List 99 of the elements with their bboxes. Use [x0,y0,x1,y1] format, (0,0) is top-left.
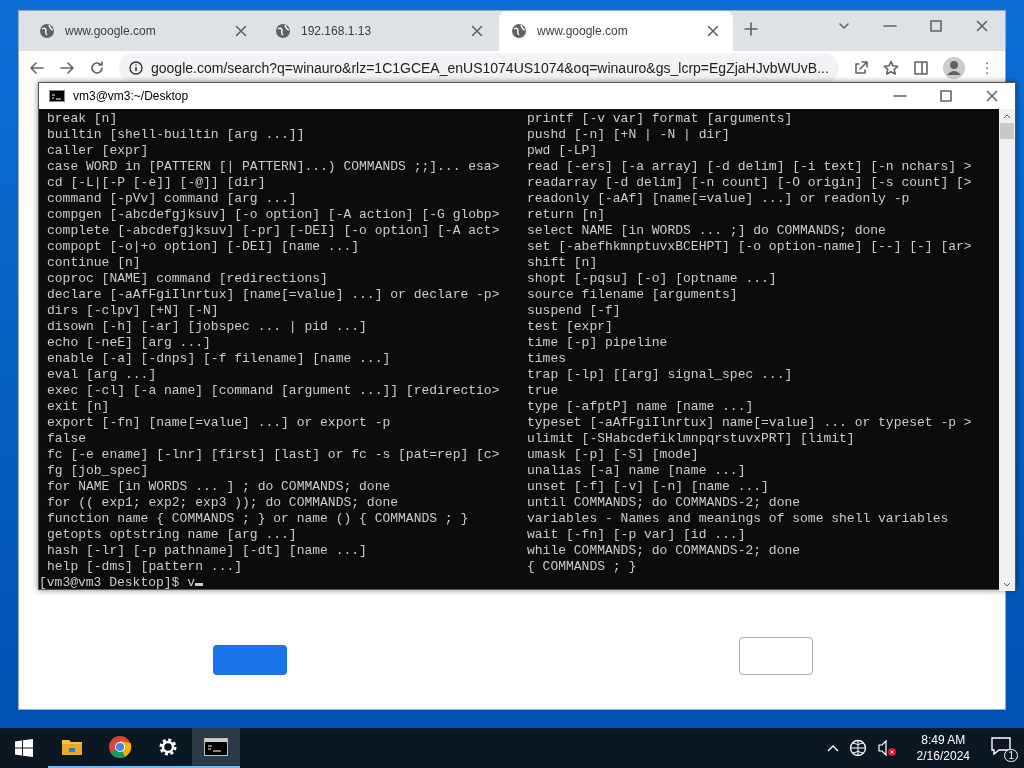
terminal-line: export [-fn] [name[=value] ...] or export -p [47,415,392,431]
terminal-line: set [-abefhkmnptuvxBCEHPT] [-o option-name] [--] [-] [ar> [527,239,973,255]
close-icon[interactable] [984,88,1000,104]
muted-speaker-icon[interactable] [876,739,897,757]
terminal-line: wait [-fn] [-p var] [id ...] [527,527,747,543]
terminal-line: typeset [-aAfFgiIlnrtux] name[=value] ... or typeset -p > [527,415,973,431]
terminal-line: caller [expr] [47,143,150,159]
scrollbar[interactable] [999,109,1015,591]
clock-time[interactable]: 8:49 AM [921,732,966,748]
terminal-line: dirs [-clpv] [+N] [-N] [47,303,220,319]
terminal-line: return [n] [527,207,606,223]
terminal-line: break [n] [47,111,119,127]
maximize-icon[interactable] [938,88,954,104]
close-tab-icon[interactable] [705,23,721,39]
terminal-line: pushd [-n] [+N | -N | dir] [527,127,731,143]
maximize-icon[interactable] [928,18,944,34]
side-panel-icon[interactable] [913,60,929,76]
browser-tab[interactable]: www.google.com [27,11,261,51]
terminal-line: for NAME [in WORDS ... ] ; do COMMANDS; done [47,479,392,495]
terminal-line: printf [-v var] format [arguments] [527,111,794,127]
terminal-line: coproc [NAME] command [redirections] [47,271,329,287]
window-title: vm3@vm3:~/Desktop [73,89,190,103]
browser-tab[interactable]: www.google.com [499,11,733,51]
terminal-line: ulimit [-SHabcdefiklmnpqrstuvxPRT] [limit] [527,431,856,447]
terminal-line: fg [job_spec] [47,463,150,479]
terminal-line: select NAME [in WORDS ... ;] do COMMANDS; done [527,223,887,239]
terminal-line: continue [n] [47,255,142,271]
globe-icon [275,23,291,39]
back-icon[interactable] [29,60,45,76]
terminal-line: unset [-f] [-v] [-n] [name ...] [527,479,770,495]
close-tab-icon[interactable] [469,23,485,39]
chevron-up-icon[interactable] [826,744,839,752]
taskbar-app[interactable] [192,728,240,768]
terminal-line: builtin [shell-builtin [arg ...]] [47,127,306,143]
terminal-line: compgen [-abcdefgjksuv] [-o option] [-A action] [-G globp> [47,207,501,223]
terminal-line: cd [-L|[-P [-e]] [-@]] [dir] [47,175,267,191]
terminal-line: echo [-neE] [arg ...] [47,335,212,351]
terminal-line: unalias [-a] name [name ...] [527,463,747,479]
share-icon[interactable] [853,60,869,76]
terminal-line: source filename [arguments] [527,287,739,303]
notification-count: 1 [1004,749,1018,762]
close-icon[interactable] [974,18,990,34]
terminal-line: getopts optstring name [arg ...] [47,527,298,543]
gear-icon [157,736,179,758]
terminal-line: test [expr] [527,319,614,335]
command-prompt: [vm3@vm3 Desktop]$ v [39,575,196,590]
globe-icon[interactable] [848,739,867,757]
terminal-line: suspend [-f] [527,303,622,319]
terminal-line: compopt [-o|+o option] [-DEI] [name ...] [47,239,361,255]
terminal-line: pwd [-LP] [527,143,599,159]
star-icon[interactable] [883,60,899,76]
profile-icon[interactable] [943,57,965,79]
terminal-line: complete [-abcdefgjksuv] [-pr] [-DEI] [-o option] [-A act> [47,223,501,239]
terminal-line: read [-ers] [-a array] [-d delim] [-i text] [-n nchars] > [527,159,973,175]
terminal-line: shopt [-pqsu] [-o] [optname ...] [527,271,778,287]
globe-icon [511,23,527,39]
terminal-line: fc [-e ename] [-lnr] [first] [last] or fc -s [pat=rep] [c> [47,447,501,463]
terminal-line: umask [-p] [-S] [mode] [527,447,700,463]
terminal-line: disown [-h] [-ar] [jobspec ... | pid ...] [47,319,368,335]
forward-icon[interactable] [59,60,75,76]
text-cursor [195,583,204,586]
reload-icon[interactable] [89,60,105,76]
folder-icon [61,738,83,756]
terminal-line: declare [-aAfFgiIlnrtux] [name[=value] ...] or declare -p> [47,287,501,303]
terminal-line: readonly [-aAf] [name[=value] ...] or readonly -p [527,191,911,207]
terminal-line: hash [-lr] [-p pathname] [-dt] [name ...] [47,543,368,559]
terminal-icon [49,90,65,102]
terminal-line: command [-pVv] command [arg ...] [47,191,298,207]
info-icon [129,61,143,75]
terminal-line: true [527,383,560,399]
terminal-line: until COMMANDS; do COMMANDS-2; done [527,495,802,511]
terminal-line: variables - Names and meanings of some shell variables [527,511,950,527]
terminal-line: { COMMANDS ; } [527,559,638,575]
terminal-line: enable [-a] [-dnps] [-f filename] [name ...] [47,351,392,367]
terminal-line: false [47,431,87,447]
close-tab-icon[interactable] [233,23,249,39]
scroll-thumb[interactable] [1000,123,1014,139]
terminal-line: times [527,351,567,367]
new-tab-icon[interactable] [743,21,759,37]
terminal-line: while COMMANDS; do COMMANDS-2; done [527,543,802,559]
terminal-line: eval [arg ...] [47,367,158,383]
terminal-line: help [-dms] [pattern ...] [47,559,244,575]
terminal-line: case WORD in [PATTERN [| PATTERN]...) COMMANDS ;;]... esa> [47,159,501,175]
browser-icon [108,735,132,759]
globe-icon [39,23,55,39]
terminal-line: readarray [-d delim] [-n count] [-O origin] [-s count] [> [527,175,973,191]
clock-date[interactable]: 2/16/2024 [916,748,970,764]
terminal-line: shift [n] [527,255,599,271]
terminal-line: exec [-cl] [-a name] [command [argument ...]] [redirectio> [47,383,501,399]
terminal-line: trap [-lp] [[arg] signal_spec ...] [527,367,794,383]
terminal-line: time [-p] pipeline [527,335,669,351]
terminal-line: function name { COMMANDS ; } or name () { COMMANDS ; } [47,511,470,527]
windows-start-icon[interactable] [15,739,33,757]
terminal-line: type [-afptP] name [name ...] [527,399,755,415]
address-bar[interactable]: google.com/search?q=winauro&rlz=1C1GCEA_enUS1074US1074&oq=winauro&gs_lcrp=EgZjaHJvbWUvB... [119,53,839,83]
terminal-line: for (( exp1; exp2; exp3 )); do COMMANDS; done [47,495,400,511]
terminal-line: exit [n] [47,399,111,415]
terminal-icon [204,738,228,756]
browser-tab[interactable]: 192.168.1.13 [263,11,497,51]
